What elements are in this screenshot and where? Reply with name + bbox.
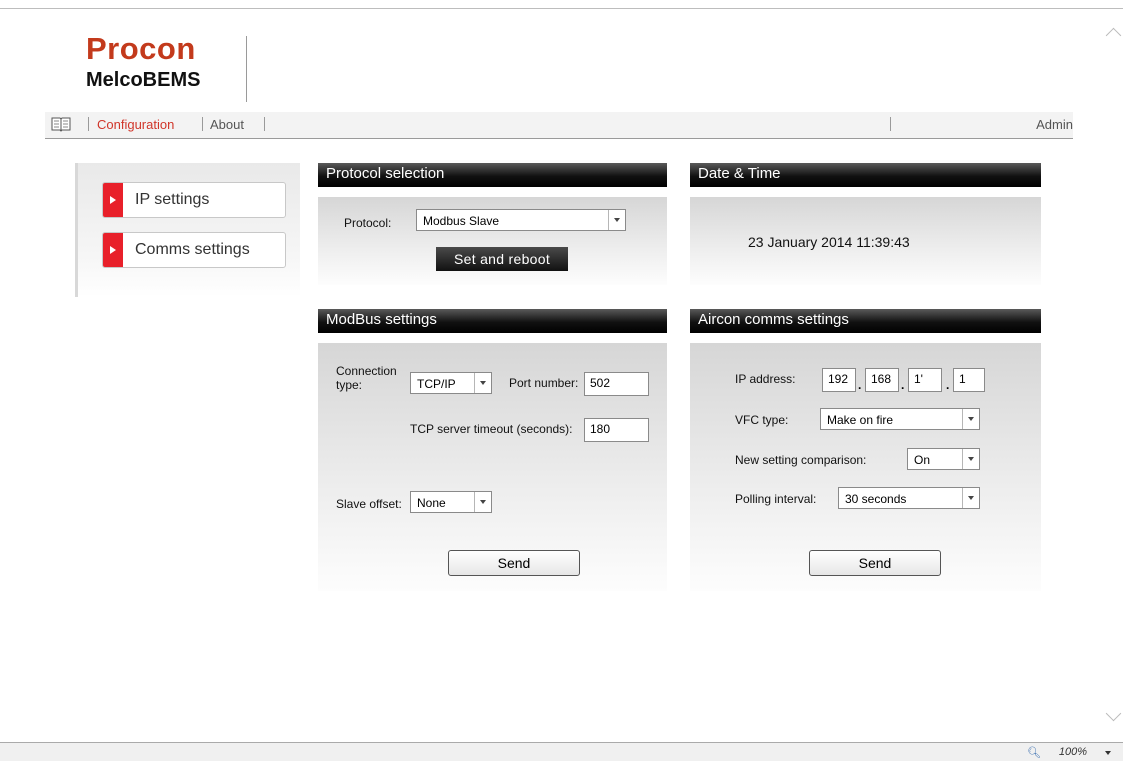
aircon-panel: IP address: 192 . 168 . 1' . 1 VFC type:… [690, 343, 1041, 591]
set-and-reboot-button[interactable]: Set and reboot [436, 247, 568, 271]
connection-type-label: Connection type: [336, 364, 397, 392]
vfc-type-select[interactable]: Make on fire [820, 408, 980, 430]
protocol-select-value: Modbus Slave [423, 214, 500, 228]
protocol-select[interactable]: Modbus Slave [416, 209, 626, 231]
arrow-right-icon [103, 233, 123, 267]
nav-separator [890, 117, 891, 131]
ip-octet-1-field[interactable]: 192 [822, 368, 856, 392]
datetime-panel: 23 January 2014 11:39:43 [690, 197, 1041, 285]
vfc-type-value: Make on fire [827, 413, 894, 427]
connection-type-select[interactable]: TCP/IP [410, 372, 492, 394]
modbus-send-button[interactable]: Send [448, 550, 580, 576]
arrow-right-icon [103, 183, 123, 217]
polling-interval-select[interactable]: 30 seconds [838, 487, 980, 509]
ip-octet-4-field[interactable]: 1 [953, 368, 985, 392]
new-setting-comparison-select[interactable]: On [907, 448, 980, 470]
slave-offset-value: None [417, 496, 446, 510]
protocol-panel-title: Protocol selection [318, 163, 667, 187]
browser-statusbar: 🔍︎ 100% [0, 742, 1123, 761]
sidebar: IP settings Comms settings [75, 163, 300, 297]
nav-about[interactable]: About [210, 117, 244, 133]
zoom-icon[interactable]: 🔍︎ [1027, 746, 1041, 759]
port-number-label: Port number: [509, 376, 579, 390]
zoom-level[interactable]: 100% [1059, 746, 1087, 758]
product-name: MelcoBEMS [86, 69, 201, 91]
datetime-panel-title: Date & Time [690, 163, 1041, 187]
chevron-down-icon [962, 409, 979, 429]
chevron-down-icon [962, 449, 979, 469]
user-admin[interactable]: Admin [1036, 117, 1073, 133]
nav-separator [264, 117, 265, 131]
vfc-type-label: VFC type: [735, 413, 789, 427]
new-setting-comparison-value: On [914, 453, 931, 467]
aircon-send-button[interactable]: Send [809, 550, 941, 576]
slave-offset-select[interactable]: None [410, 491, 492, 513]
protocol-panel: Protocol: Modbus Slave Set and reboot [318, 197, 667, 285]
modbus-panel: Connection type: TCP/IP Port number: 502… [318, 343, 667, 591]
new-setting-comparison-label: New setting comparison: [735, 453, 867, 467]
sidebar-item-label: Comms settings [135, 241, 250, 258]
ip-octet-2-field[interactable]: 168 [865, 368, 899, 392]
ip-octet-3-field[interactable]: 1' [908, 368, 942, 392]
tcp-timeout-label: TCP server timeout (seconds): [410, 422, 573, 436]
polling-interval-value: 30 seconds [845, 492, 907, 506]
sidebar-item-ip-settings[interactable]: IP settings [102, 182, 286, 218]
nav-separator [88, 117, 89, 131]
chevron-down-icon [474, 492, 491, 512]
ip-dot-separator: . [858, 378, 862, 392]
aircon-panel-title: Aircon comms settings [690, 309, 1041, 333]
connection-type-value: TCP/IP [417, 377, 456, 391]
sidebar-item-label: IP settings [135, 191, 210, 208]
browser-frame-top [0, 0, 1123, 9]
protocol-label: Protocol: [344, 216, 392, 230]
ip-dot-separator: . [901, 378, 905, 392]
ip-dot-separator: . [946, 378, 950, 392]
chevron-down-icon [608, 210, 625, 230]
nav-separator [202, 117, 203, 131]
scroll-up-icon[interactable] [1105, 27, 1122, 44]
slave-offset-label: Slave offset: [336, 497, 402, 511]
chevron-down-icon [962, 488, 979, 508]
logo-divider [246, 36, 247, 102]
book-icon[interactable] [51, 116, 71, 132]
polling-interval-label: Polling interval: [735, 492, 817, 506]
ip-address-label: IP address: [735, 372, 796, 386]
scroll-down-icon[interactable] [1105, 705, 1122, 722]
nav-configuration[interactable]: Configuration [97, 117, 174, 133]
port-number-field[interactable]: 502 [584, 372, 649, 396]
sidebar-item-comms-settings[interactable]: Comms settings [102, 232, 286, 268]
tcp-timeout-field[interactable]: 180 [584, 418, 649, 442]
brand-name: Procon [86, 31, 196, 66]
chevron-down-icon [474, 373, 491, 393]
top-navbar: Configuration About Admin [45, 112, 1073, 139]
logo: Procon MelcoBEMS [86, 32, 200, 92]
current-datetime: 23 January 2014 11:39:43 [748, 234, 910, 250]
chevron-down-icon[interactable] [1105, 751, 1111, 755]
modbus-panel-title: ModBus settings [318, 309, 667, 333]
